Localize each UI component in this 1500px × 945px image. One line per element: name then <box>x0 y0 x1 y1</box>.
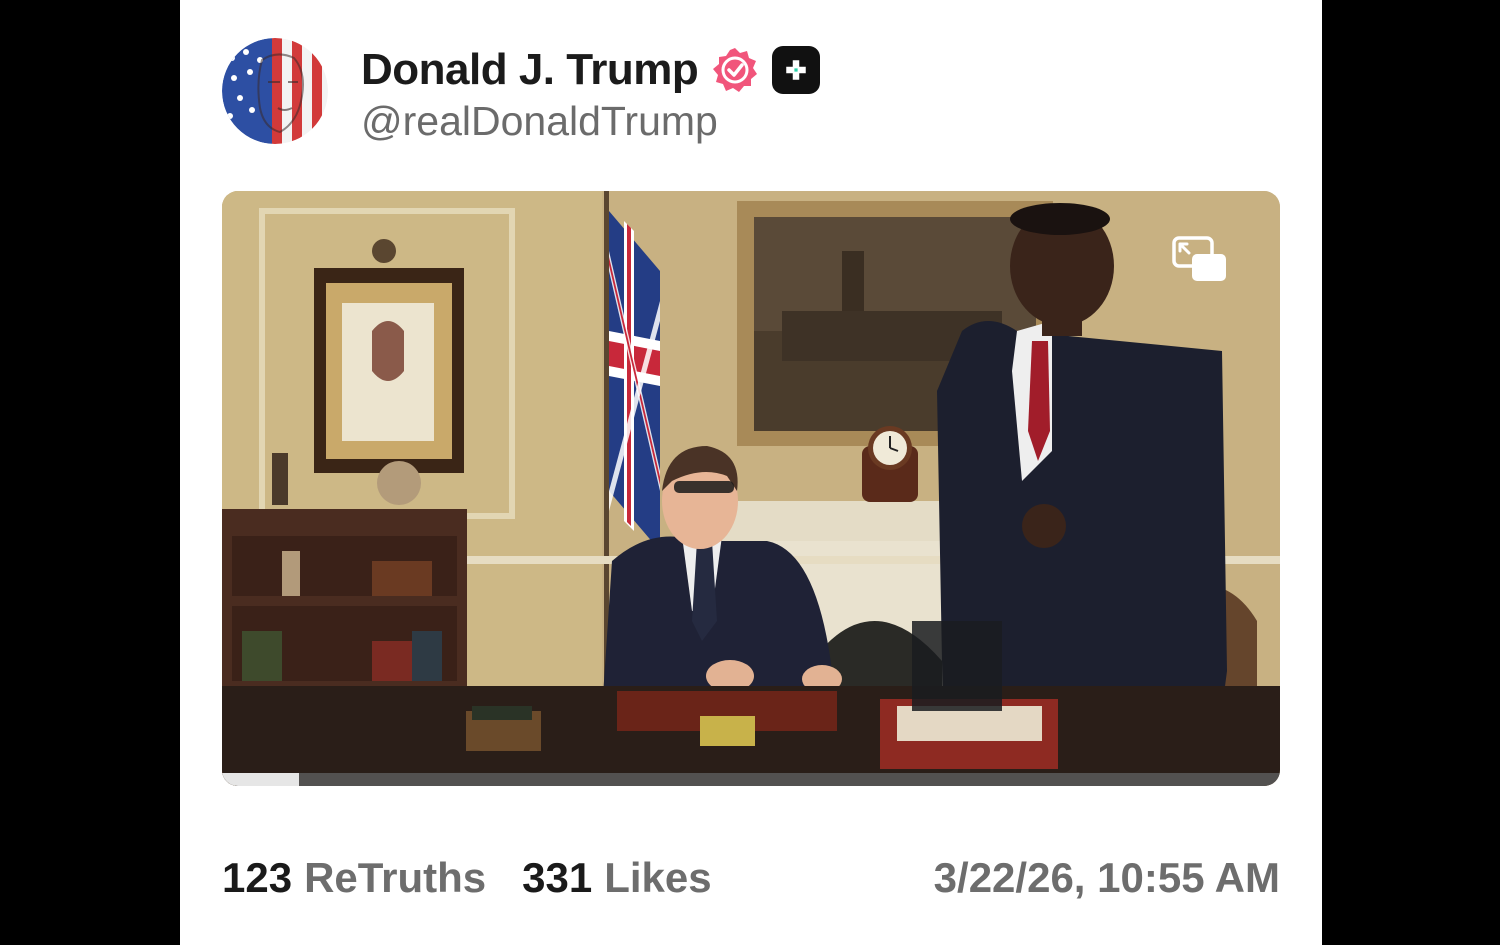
likes-stat[interactable]: 331 Likes <box>522 854 711 902</box>
video-frame <box>222 191 1280 786</box>
author-name-row: Donald J. Trump <box>361 40 821 100</box>
verified-badge-icon <box>713 48 758 92</box>
flag-face-avatar-icon <box>222 38 328 144</box>
author-handle[interactable]: @realDonaldTrump <box>361 98 718 145</box>
truth-plus-icon <box>772 46 821 94</box>
letterbox-right <box>1322 0 1500 945</box>
video-progress-fill <box>222 773 300 786</box>
likes-count: 331 <box>522 854 593 901</box>
likes-label: Likes <box>604 854 712 901</box>
avatar[interactable] <box>222 38 328 144</box>
retruths-label: ReTruths <box>304 854 487 901</box>
post-card: Donald J. Trump @realDonaldTrump 123 ReT… <box>180 0 1322 945</box>
retruths-count: 123 <box>222 854 293 901</box>
video-progress-bar[interactable] <box>222 773 1280 786</box>
post-timestamp[interactable]: 3/22/26, 10:55 AM <box>934 853 1280 903</box>
retruths-stat[interactable]: 123 ReTruths <box>222 854 486 902</box>
picture-in-picture-icon[interactable] <box>1172 236 1228 284</box>
post-stats: 123 ReTruths 331 Likes <box>222 853 712 903</box>
author-display-name[interactable]: Donald J. Trump <box>361 45 699 95</box>
video-player[interactable] <box>222 191 1280 786</box>
letterbox-left <box>0 0 180 945</box>
